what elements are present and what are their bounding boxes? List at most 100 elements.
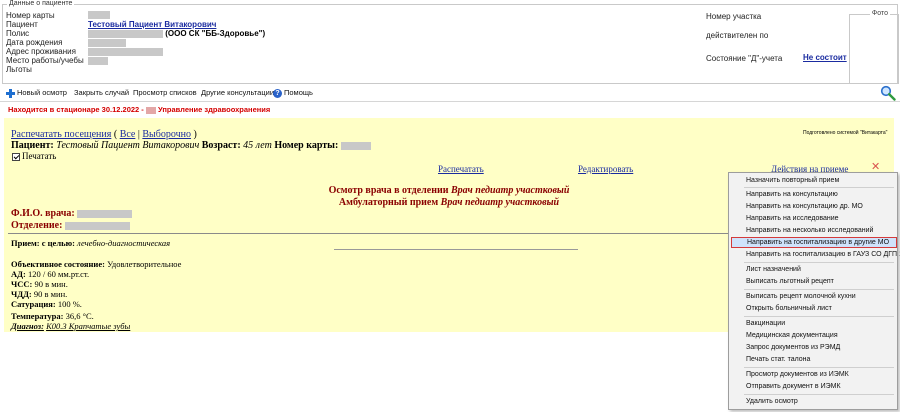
insurer-name: (ООО СК "ББ-Здоровье") bbox=[165, 29, 266, 38]
paren-close: ) bbox=[193, 129, 197, 140]
other-consults-button[interactable]: Другие консультации bbox=[201, 88, 274, 97]
bp-value: 120 / 60 мм.рт.ст. bbox=[27, 269, 90, 279]
doctor-redaction bbox=[77, 209, 133, 218]
menu-item-remd-request[interactable]: Запрос документов из РЭМД bbox=[731, 342, 897, 353]
work-label: Место работы/учебы bbox=[6, 56, 84, 65]
objective-label: Объективное состояние: bbox=[11, 259, 105, 269]
address-label: Адрес проживания bbox=[6, 47, 76, 56]
hospital-alert: Находится в стационаре 30.12.2022 - Упра… bbox=[8, 105, 270, 114]
hr-row: ЧСС: 90 в мин. bbox=[11, 279, 68, 289]
menu-item-view-iemk[interactable]: Просмотр документов из ИЭМК bbox=[731, 369, 897, 380]
print-visits-link[interactable]: Распечатать посещения bbox=[11, 129, 111, 140]
menu-separator bbox=[744, 289, 894, 290]
district-label: Номер участка bbox=[706, 12, 762, 21]
age-value: 45 лет bbox=[243, 140, 272, 151]
hr-label: ЧСС: bbox=[11, 279, 33, 289]
photo-frame: Фото bbox=[849, 10, 899, 84]
menu-item-delete-exam[interactable]: Удалить осмотр bbox=[731, 396, 897, 407]
purpose-label: Прием: с целью: bbox=[11, 238, 75, 248]
reception-title-prefix: Амбулаторный прием bbox=[338, 197, 439, 208]
rr-value: 90 в мин. bbox=[33, 289, 68, 299]
sat-row: Сатурация: 100 %. bbox=[11, 299, 82, 309]
exam-title-specialty: Врач педиатр участковый bbox=[451, 185, 570, 196]
diagnosis-value: K00.3 Крапчатые зубы bbox=[46, 321, 131, 331]
menu-item-repeat-visit[interactable]: Назначить повторный прием bbox=[731, 175, 897, 186]
dob-value bbox=[88, 38, 126, 47]
exam-title-prefix: Осмотр врача в отделении bbox=[328, 185, 449, 196]
new-exam-button[interactable]: Новый осмотр bbox=[6, 88, 67, 98]
help-icon: ? bbox=[273, 88, 282, 98]
menu-item-prescription-sheet[interactable]: Лист назначений bbox=[731, 264, 897, 275]
bp-row: АД: 120 / 60 мм.рт.ст. bbox=[11, 269, 89, 279]
sat-label: Сатурация: bbox=[11, 299, 56, 309]
policy-label: Полис bbox=[6, 29, 30, 38]
patient-data-group: Данные о пациенте Номер карты Пациент Те… bbox=[2, 0, 899, 84]
print-checkbox[interactable] bbox=[12, 152, 20, 161]
edit-link[interactable]: Редактировать bbox=[578, 164, 633, 174]
patient-data-legend: Данные о пациенте bbox=[7, 0, 75, 7]
doctor-row: Ф.И.О. врача: bbox=[11, 208, 133, 219]
menu-separator bbox=[744, 394, 894, 395]
menu-item-vaccinations[interactable]: Вакцинации bbox=[731, 318, 897, 329]
menu-item-preferential-recipe[interactable]: Выписать льготный рецепт bbox=[731, 276, 897, 287]
rr-label: ЧДД: bbox=[11, 289, 32, 299]
temp-label: Температура: bbox=[11, 311, 64, 321]
menu-item-medical-docs[interactable]: Медицинская документация bbox=[731, 330, 897, 341]
patient-summary-label: Пациент: bbox=[11, 140, 54, 151]
print-visits-row: Распечатать посещения ( Все | Выборочно … bbox=[11, 129, 197, 140]
menu-item-milk-kitchen-recipe[interactable]: Выписать рецепт молочной кухни bbox=[731, 291, 897, 302]
rr-row: ЧДД: 90 в мин. bbox=[11, 289, 67, 299]
objective-value: Удовлетворительное bbox=[107, 259, 182, 269]
temp-row: Температура: 36,6 °C. bbox=[11, 311, 94, 321]
close-case-button[interactable]: Закрыть случай bbox=[74, 88, 129, 97]
help-label: Помощь bbox=[284, 88, 313, 97]
patient-summary-line: Пациент: Тестовый Пациент Витакорович Во… bbox=[11, 140, 371, 151]
selective-link[interactable]: Выборочно bbox=[142, 129, 191, 140]
d-status-link[interactable]: Не состоит bbox=[803, 53, 847, 62]
patient-summary-name: Тестовый Пациент Витакорович bbox=[56, 140, 200, 151]
dob-label: Дата рождения bbox=[6, 38, 63, 47]
menu-item-sick-leave[interactable]: Открыть больничный лист bbox=[731, 303, 897, 314]
address-value bbox=[88, 47, 163, 56]
work-value bbox=[88, 56, 108, 65]
menu-separator bbox=[744, 187, 894, 188]
purpose-row: Прием: с целью: лечебно-диагностическая bbox=[11, 238, 170, 248]
d-status-label: Состояние "Д"-учета bbox=[706, 54, 783, 63]
prepared-by-note: Подготовлено системой "Витакарта" bbox=[803, 130, 888, 136]
diagnosis-label: Диагноз: bbox=[11, 321, 44, 331]
print-link[interactable]: Распечатать bbox=[438, 164, 484, 174]
menu-item-consult-other-mo[interactable]: Направить на консультацию др. МО bbox=[731, 201, 897, 212]
valid-to-label: действителен по bbox=[706, 31, 769, 40]
age-label: Возраст: bbox=[201, 140, 241, 151]
link-separator: | bbox=[137, 129, 140, 140]
hospital-alert-suffix: Управление здравоохранения bbox=[157, 105, 271, 114]
patient-name-link[interactable]: Тестовый Пациент Витакорович bbox=[88, 20, 216, 29]
all-link[interactable]: Все bbox=[120, 129, 136, 140]
alert-redaction bbox=[145, 106, 156, 114]
card-number-value bbox=[88, 10, 110, 19]
diagnosis-row: Диагноз: K00.3 Крапчатые зубы bbox=[11, 321, 130, 331]
actions-context-menu: Назначить повторный прием Направить на к… bbox=[728, 172, 900, 410]
card-summary-redaction bbox=[340, 141, 371, 150]
menu-item-hospitalization-dgp13[interactable]: Направить на госпитализацию в ГАУЗ СО ДГ… bbox=[731, 249, 900, 260]
department-redaction bbox=[64, 221, 130, 230]
temp-value: 36,6 °C. bbox=[65, 311, 94, 321]
objective-row: Объективное состояние: Удовлетворительно… bbox=[11, 259, 181, 269]
help-button[interactable]: ? Помощь bbox=[273, 88, 313, 98]
menu-item-consult[interactable]: Направить на консультацию bbox=[731, 189, 897, 200]
card-summary-label: Номер карты: bbox=[274, 140, 339, 151]
hr-value: 90 в мин. bbox=[34, 279, 68, 289]
menu-item-multiple-research[interactable]: Направить на несколько исследований bbox=[731, 225, 897, 236]
divider-middle bbox=[334, 249, 578, 250]
search-icon[interactable] bbox=[880, 85, 896, 101]
menu-item-print-stat-ticket[interactable]: Печать стат. талона bbox=[731, 354, 897, 365]
menu-item-hospitalization-other-mo[interactable]: Направить на госпитализацию в другие МО bbox=[731, 237, 897, 248]
purpose-value: лечебно-диагностическая bbox=[77, 238, 171, 248]
menu-item-send-iemk[interactable]: Отправить документ в ИЭМК bbox=[731, 381, 897, 392]
photo-legend: Фото bbox=[869, 10, 890, 17]
department-label: Отделение: bbox=[11, 220, 63, 231]
new-exam-label: Новый осмотр bbox=[17, 88, 67, 97]
view-lists-button[interactable]: Просмотр списков bbox=[133, 88, 197, 97]
print-checkbox-row[interactable]: Печатать bbox=[12, 151, 56, 161]
menu-item-research[interactable]: Направить на исследование bbox=[731, 213, 897, 224]
